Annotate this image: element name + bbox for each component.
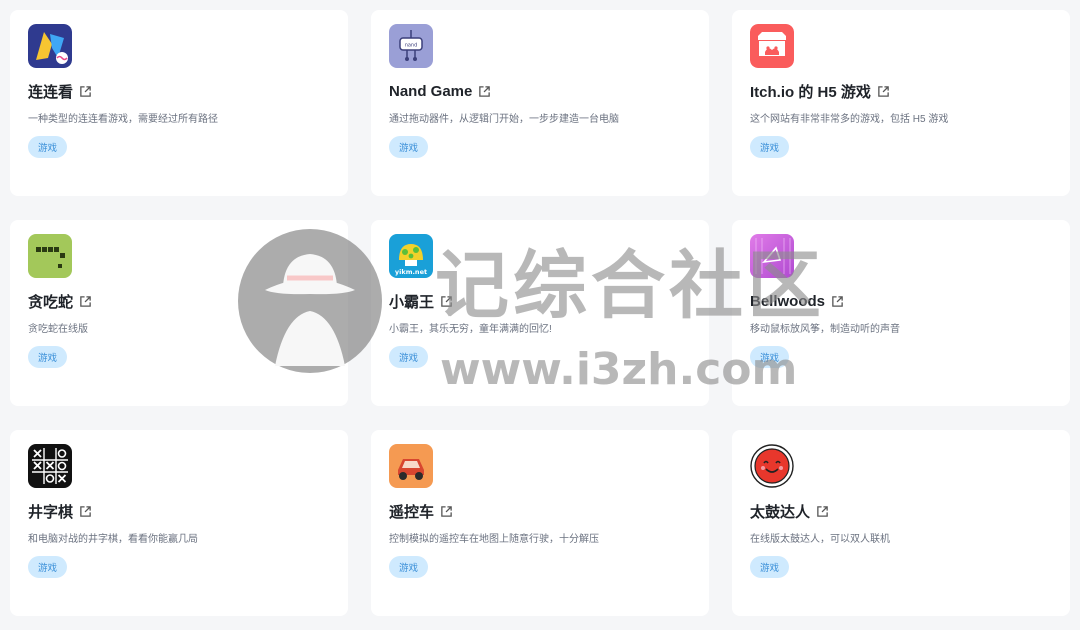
- card-description: 一种类型的连连看游戏，需要经过所有路径: [28, 114, 218, 125]
- nand-game-app-icon: nand: [389, 24, 433, 68]
- lianliankan-app-icon: [28, 24, 72, 68]
- card-snake[interactable]: 贪吃蛇 贪吃蛇在线版 游戏: [10, 220, 348, 406]
- card-title[interactable]: 井字棋: [28, 501, 73, 522]
- card-nand-game[interactable]: nand Nand Game 通过拖动器件，从逻辑门开始，一步步建造一台电脑 游…: [371, 10, 709, 196]
- category-tag[interactable]: 游戏: [28, 346, 68, 368]
- tic-tac-toe-app-icon: [28, 444, 72, 488]
- logo-text: yikm.net: [395, 268, 427, 276]
- external-link-icon[interactable]: [440, 295, 453, 308]
- external-link-icon[interactable]: [79, 505, 92, 518]
- category-tag[interactable]: 游戏: [389, 556, 429, 578]
- external-link-icon[interactable]: [79, 295, 92, 308]
- card-taiko[interactable]: 太鼓达人 在线版太鼓达人，可以双人联机 游戏: [732, 430, 1070, 616]
- card-bellwoods[interactable]: Bellwoods 移动鼠标放风筝，制造动听的声音 游戏: [732, 220, 1070, 406]
- category-tag[interactable]: 游戏: [28, 556, 68, 578]
- external-link-icon[interactable]: [877, 85, 890, 98]
- category-tag[interactable]: 游戏: [750, 556, 790, 578]
- itch-io-app-icon: [750, 24, 794, 68]
- card-description: 和电脑对战的井字棋，看看你能赢几局: [28, 534, 198, 545]
- xiaobawang-app-icon: yikm.net: [389, 234, 433, 278]
- card-lianliankan[interactable]: 连连看 一种类型的连连看游戏，需要经过所有路径 游戏: [10, 10, 348, 196]
- card-title[interactable]: Bellwoods: [750, 293, 825, 310]
- category-tag[interactable]: 游戏: [28, 136, 68, 158]
- card-title[interactable]: 小霸王: [389, 291, 434, 312]
- external-link-icon[interactable]: [831, 295, 844, 308]
- card-tic-tac-toe[interactable]: 井字棋 和电脑对战的井字棋，看看你能赢几局 游戏: [10, 430, 348, 616]
- external-link-icon[interactable]: [478, 85, 491, 98]
- card-title[interactable]: 太鼓达人: [750, 501, 810, 522]
- category-tag[interactable]: 游戏: [750, 136, 790, 158]
- card-rc-car[interactable]: 遥控车 控制模拟的遥控车在地图上随意行驶，十分解压 游戏: [371, 430, 709, 616]
- card-itch-io[interactable]: Itch.io 的 H5 游戏 这个网站有非常非常多的游戏，包括 H5 游戏 游…: [732, 10, 1070, 196]
- card-description: 这个网站有非常非常多的游戏，包括 H5 游戏: [750, 114, 949, 125]
- card-description: 贪吃蛇在线版: [28, 324, 88, 335]
- card-title[interactable]: 遥控车: [389, 501, 434, 522]
- bellwoods-app-icon: [750, 234, 794, 278]
- category-tag[interactable]: 游戏: [389, 136, 429, 158]
- category-tag[interactable]: 游戏: [389, 346, 429, 368]
- card-description: 在线版太鼓达人，可以双人联机: [750, 534, 890, 545]
- card-title[interactable]: 连连看: [28, 81, 73, 102]
- card-title[interactable]: Nand Game: [389, 83, 472, 100]
- rc-car-app-icon: [389, 444, 433, 488]
- card-title[interactable]: Itch.io 的 H5 游戏: [750, 81, 871, 102]
- card-description: 通过拖动器件，从逻辑门开始，一步步建造一台电脑: [389, 114, 619, 125]
- external-link-icon[interactable]: [440, 505, 453, 518]
- external-link-icon[interactable]: [79, 85, 92, 98]
- taiko-app-icon: [750, 444, 794, 488]
- external-link-icon[interactable]: [816, 505, 829, 518]
- card-xiaobawang[interactable]: yikm.net 小霸王 小霸王，其乐无穷，童年满满的回忆! 游戏: [371, 220, 709, 406]
- category-tag[interactable]: 游戏: [750, 346, 790, 368]
- svg-text:nand: nand: [405, 43, 418, 49]
- snake-app-icon: [28, 234, 72, 278]
- card-title[interactable]: 贪吃蛇: [28, 291, 73, 312]
- card-description: 移动鼠标放风筝，制造动听的声音: [750, 324, 900, 335]
- card-description: 小霸王，其乐无穷，童年满满的回忆!: [389, 324, 552, 335]
- card-description: 控制模拟的遥控车在地图上随意行驶，十分解压: [389, 534, 599, 545]
- card-grid: 连连看 一种类型的连连看游戏，需要经过所有路径 游戏 nand Nand Gam…: [10, 10, 1070, 616]
